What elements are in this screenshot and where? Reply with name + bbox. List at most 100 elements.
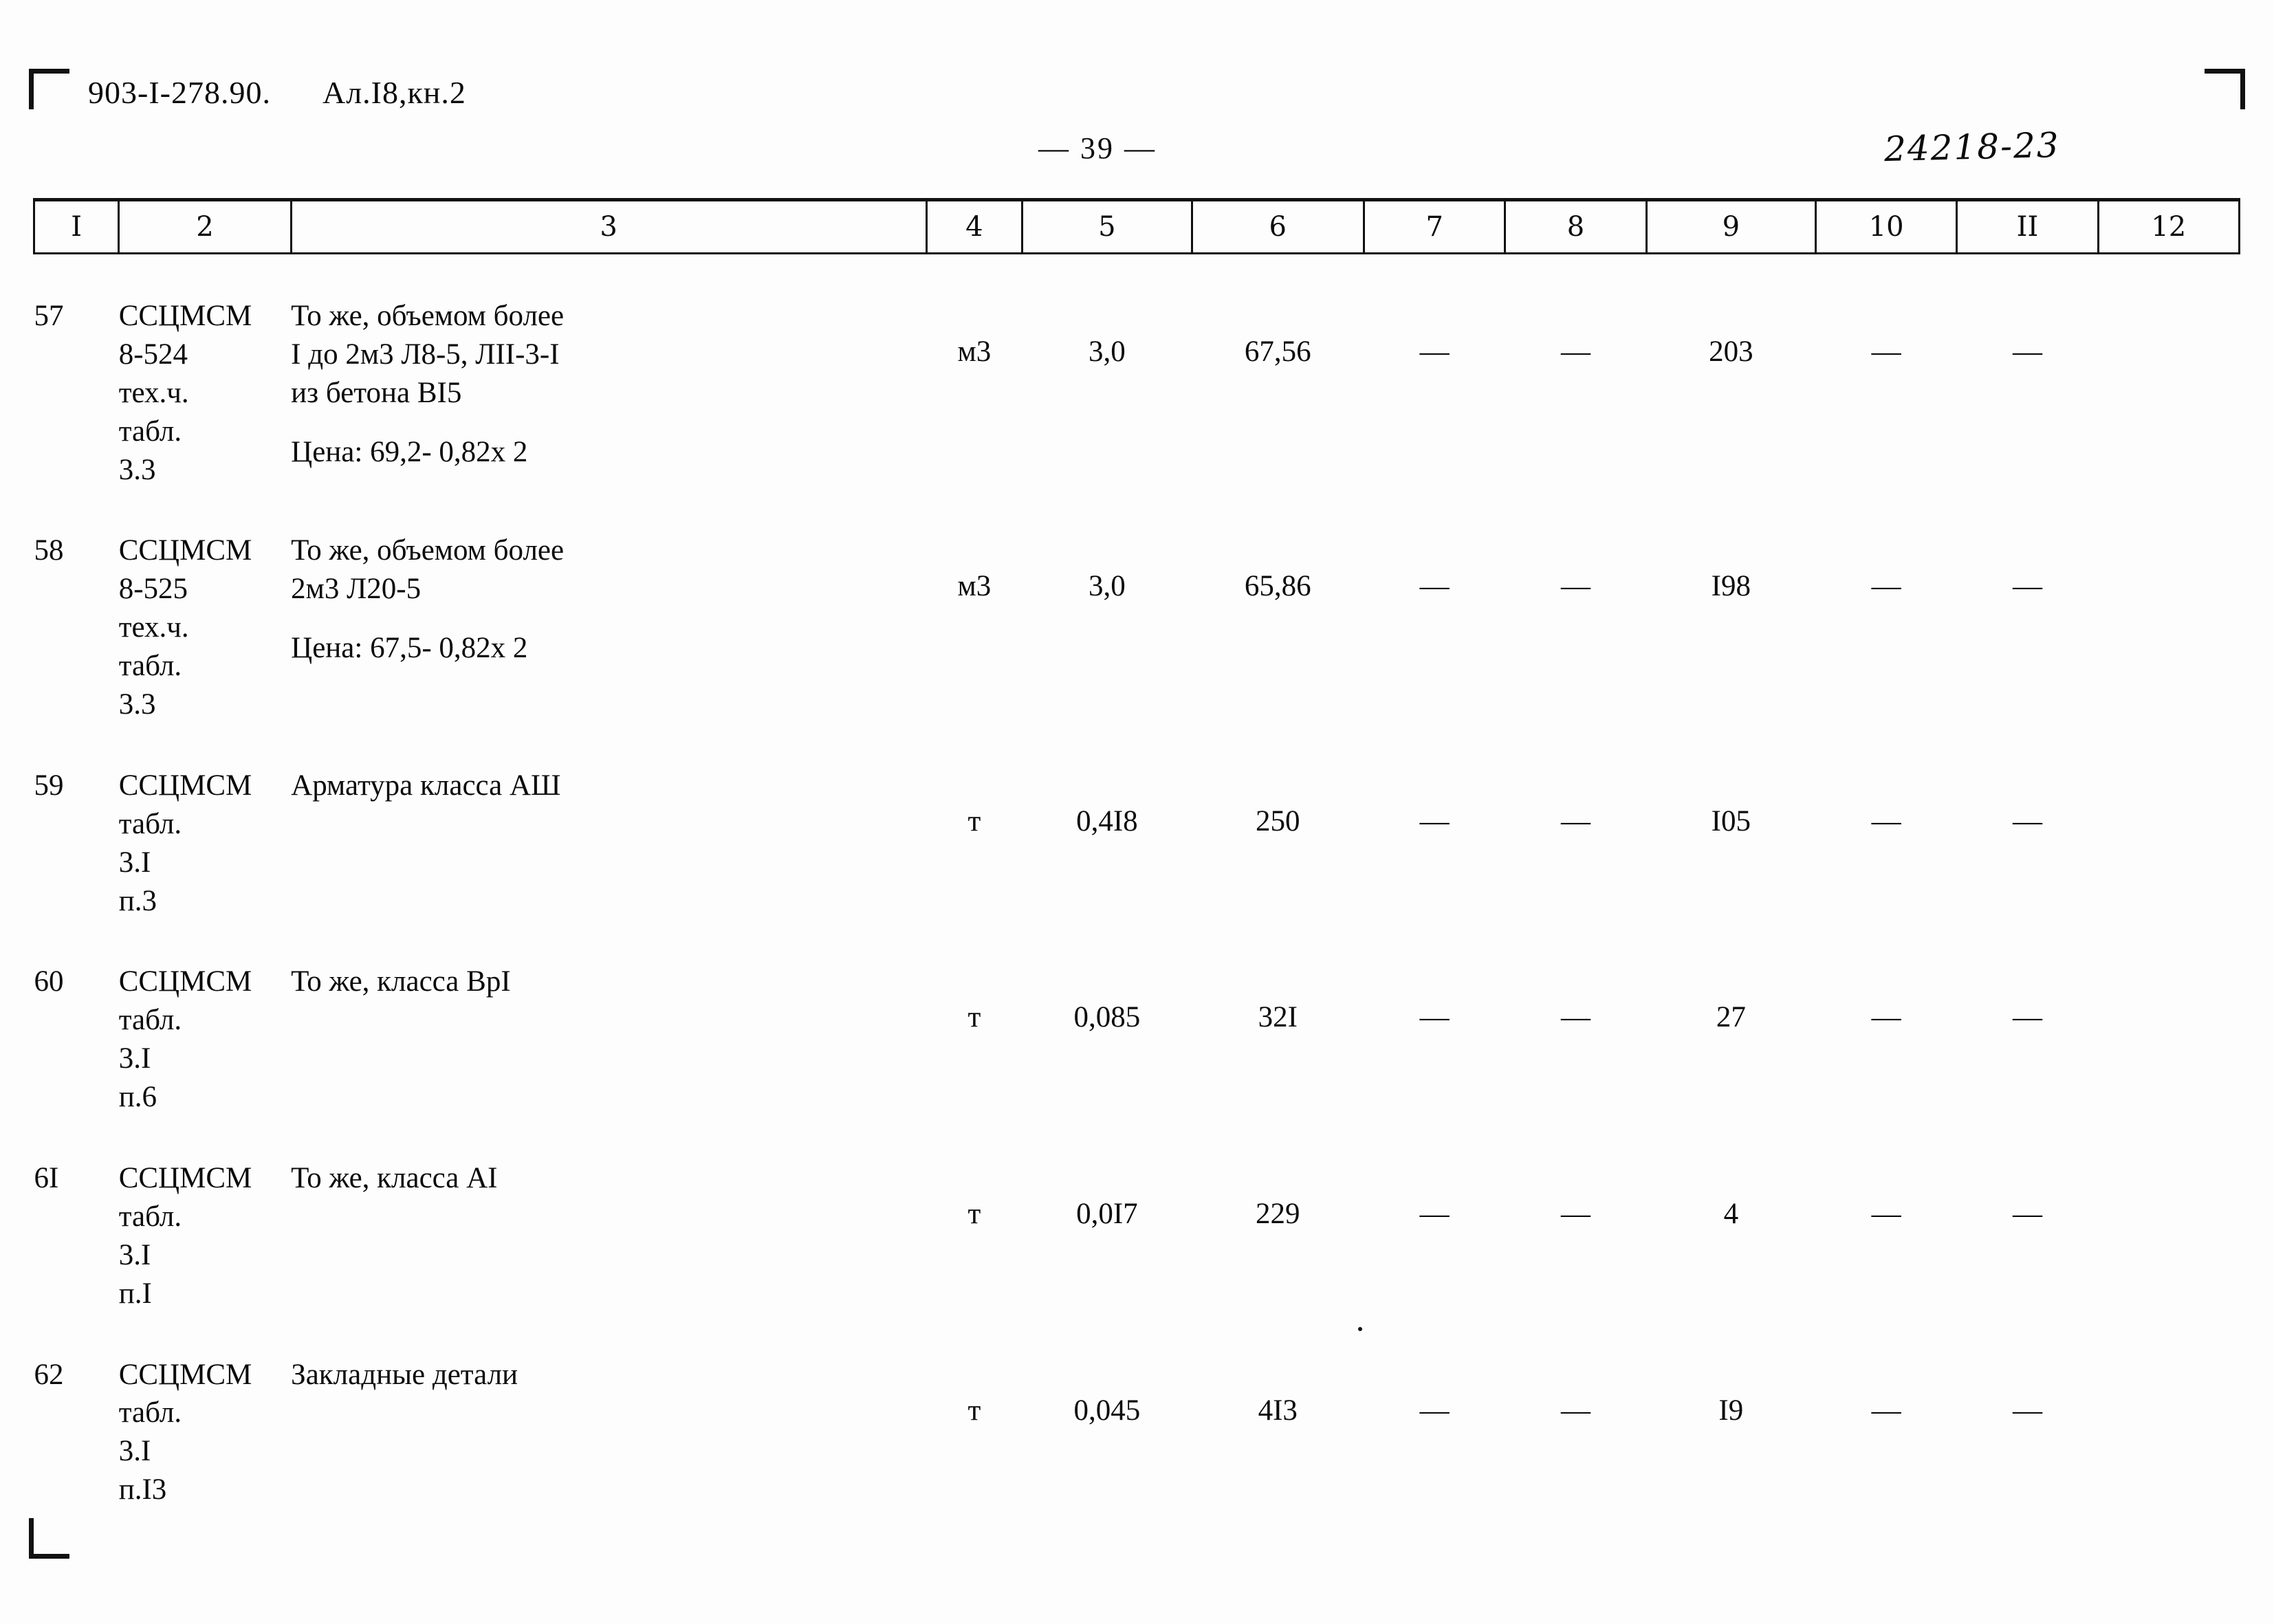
column7-cell: — xyxy=(1419,1198,1450,1231)
quantity-cell: 0,4I8 xyxy=(1076,804,1138,837)
description-text: То же, класса АI xyxy=(291,1162,498,1195)
column7-cell: — xyxy=(1419,570,1450,603)
description-cell: Арматура класса АШ xyxy=(291,767,926,921)
column-header-5: 5 xyxy=(1021,198,1193,254)
column10-cell: — xyxy=(1871,336,1901,368)
column7-cell: — xyxy=(1419,804,1450,837)
column8-cell: — xyxy=(1560,1001,1590,1034)
description-cell: Закладные детали xyxy=(291,1356,926,1510)
spacer-cell xyxy=(34,1117,2240,1159)
column11-cell: — xyxy=(2012,1198,2042,1231)
row-spacer xyxy=(34,489,2240,531)
document-code: 903-I-278.90. xyxy=(88,75,271,110)
column-header-9: 9 xyxy=(1645,198,1817,254)
column-header-10: 10 xyxy=(1815,198,1958,254)
quantity-cell: 3,0 xyxy=(1088,336,1126,368)
column7-cell: — xyxy=(1419,1394,1450,1427)
unit-price-cell: 65,86 xyxy=(1244,570,1311,603)
column-header-4: 4 xyxy=(925,198,1024,254)
column11-cell: — xyxy=(2012,1394,2042,1427)
spacer-cell xyxy=(34,1313,2240,1356)
unit-price-cell: 229 xyxy=(1256,1198,1300,1231)
archive-stamp: 24218-23 xyxy=(1883,124,2061,170)
justification-code-cell: ССЦМСМ табл. 3.I п.I xyxy=(118,1162,252,1310)
price-note: Цена: 69,2- 0,82х 2 xyxy=(291,435,528,468)
row-number-cell: 58 xyxy=(34,534,64,567)
quantity-cell: 3,0 xyxy=(1088,570,1126,603)
row-number-cell: 6I xyxy=(34,1162,59,1195)
row-spacer xyxy=(34,1509,2240,1552)
column-number-row: I 2 3 4 5 6 7 8 9 10 II 12 xyxy=(32,198,2241,254)
column11-cell: — xyxy=(2012,336,2042,368)
row-number-cell: 60 xyxy=(34,965,64,998)
spacer-cell xyxy=(34,1509,2240,1552)
description-text: Закладные детали xyxy=(291,1358,518,1391)
spacer-cell xyxy=(34,724,2240,767)
justification-code-cell: ССЦМСМ 8-524 тех.ч. табл. 3.3 xyxy=(118,300,252,486)
quantity-cell: 0,085 xyxy=(1073,1001,1141,1034)
table-row: 59 ССЦМСМ табл. 3.I п.3 Арматура класса АШ… xyxy=(34,767,2240,921)
column-header-6: 6 xyxy=(1190,198,1366,254)
total-cost-cell: 203 xyxy=(1709,336,1753,368)
unit-price-cell: 67,56 xyxy=(1244,336,1311,368)
column8-cell: — xyxy=(1560,336,1590,368)
description-cell: То же, объемом более 2м3 Л20-5 Цена: 67,5… xyxy=(291,531,926,723)
table-row: 62 ССЦМСМ табл. 3.I п.I3 Закладные детали т… xyxy=(34,1356,2240,1510)
total-cost-cell: I98 xyxy=(1711,570,1751,603)
table-row: 60 ССЦМСМ табл. 3.I п.6 То же, класса ВрI т… xyxy=(34,963,2240,1117)
column11-cell: — xyxy=(2012,1001,2042,1034)
column10-cell: — xyxy=(1871,570,1901,603)
description-text: То же, объемом более I до 2м3 Л8-5, ЛII-… xyxy=(291,300,565,409)
crop-mark-top-right xyxy=(2205,69,2245,109)
column-header-2: 2 xyxy=(118,198,292,254)
column8-cell: — xyxy=(1560,1198,1590,1231)
quantity-cell: 0,0I7 xyxy=(1076,1198,1138,1231)
row-spacer xyxy=(34,1117,2240,1159)
column-header-3: 3 xyxy=(289,198,928,254)
row-spacer xyxy=(34,920,2240,963)
column10-cell: — xyxy=(1871,1001,1901,1034)
description-text: То же, класса ВрI xyxy=(291,965,511,998)
justification-code-cell: ССЦМСМ табл. 3.I п.I3 xyxy=(118,1358,252,1506)
column-header-11: II xyxy=(1956,198,2099,254)
price-note: Цена: 67,5- 0,82х 2 xyxy=(291,632,528,665)
total-cost-cell: 4 xyxy=(1723,1198,1739,1231)
description-cell: То же, класса ВрI xyxy=(291,963,926,1117)
table-header: I 2 3 4 5 6 7 8 9 10 II 12 xyxy=(32,198,2241,254)
column-header-12: 12 xyxy=(2097,198,2241,254)
column10-cell: — xyxy=(1871,1198,1901,1231)
total-cost-cell: 27 xyxy=(1716,1001,1746,1034)
column12-cell xyxy=(2098,963,2239,1117)
total-cost-cell: I9 xyxy=(1718,1394,1744,1427)
document-page: 903-I-278.90.Ал.I8,кн.2 — 39 — 24218-23 xyxy=(0,0,2274,1624)
description-text: Арматура класса АШ xyxy=(291,769,561,802)
column12-cell xyxy=(2098,1159,2239,1313)
column8-cell: — xyxy=(1560,570,1590,603)
total-cost-cell: I05 xyxy=(1711,804,1751,837)
estimate-table-wrapper: I 2 3 4 5 6 7 8 9 10 II 12 57 ССЦМСМ 8-52… xyxy=(32,198,2241,1552)
scan-artifact-dot xyxy=(1358,1327,1362,1331)
table-row: 6I ССЦМСМ табл. 3.I п.I То же, класса АI т 0… xyxy=(34,1159,2240,1313)
crop-mark-top-left xyxy=(29,69,69,109)
justification-code-cell: ССЦМСМ 8-525 тех.ч. табл. 3.3 xyxy=(118,534,252,721)
justification-code-cell: ССЦМСМ табл. 3.I п.6 xyxy=(118,965,252,1114)
unit-cell: м3 xyxy=(957,570,992,603)
spacer-cell xyxy=(34,920,2240,963)
column8-cell: — xyxy=(1560,804,1590,837)
row-spacer xyxy=(34,724,2240,767)
column8-cell: — xyxy=(1560,1394,1590,1427)
column12-cell xyxy=(2098,297,2239,489)
quantity-cell: 0,045 xyxy=(1073,1394,1141,1427)
page-number: — 39 — xyxy=(1038,131,1157,165)
unit-cell: т xyxy=(967,1394,981,1427)
column7-cell: — xyxy=(1419,336,1450,368)
unit-price-cell: 32I xyxy=(1258,1001,1298,1034)
unit-cell: т xyxy=(967,1001,981,1034)
unit-price-cell: 4I3 xyxy=(1258,1394,1298,1427)
unit-cell: т xyxy=(967,804,981,837)
description-cell: То же, класса АI xyxy=(291,1159,926,1313)
justification-code-cell: ССЦМСМ табл. 3.I п.3 xyxy=(118,769,252,917)
unit-price-cell: 250 xyxy=(1256,804,1300,837)
column-header-1: I xyxy=(32,198,120,254)
column-header-8: 8 xyxy=(1504,198,1648,254)
